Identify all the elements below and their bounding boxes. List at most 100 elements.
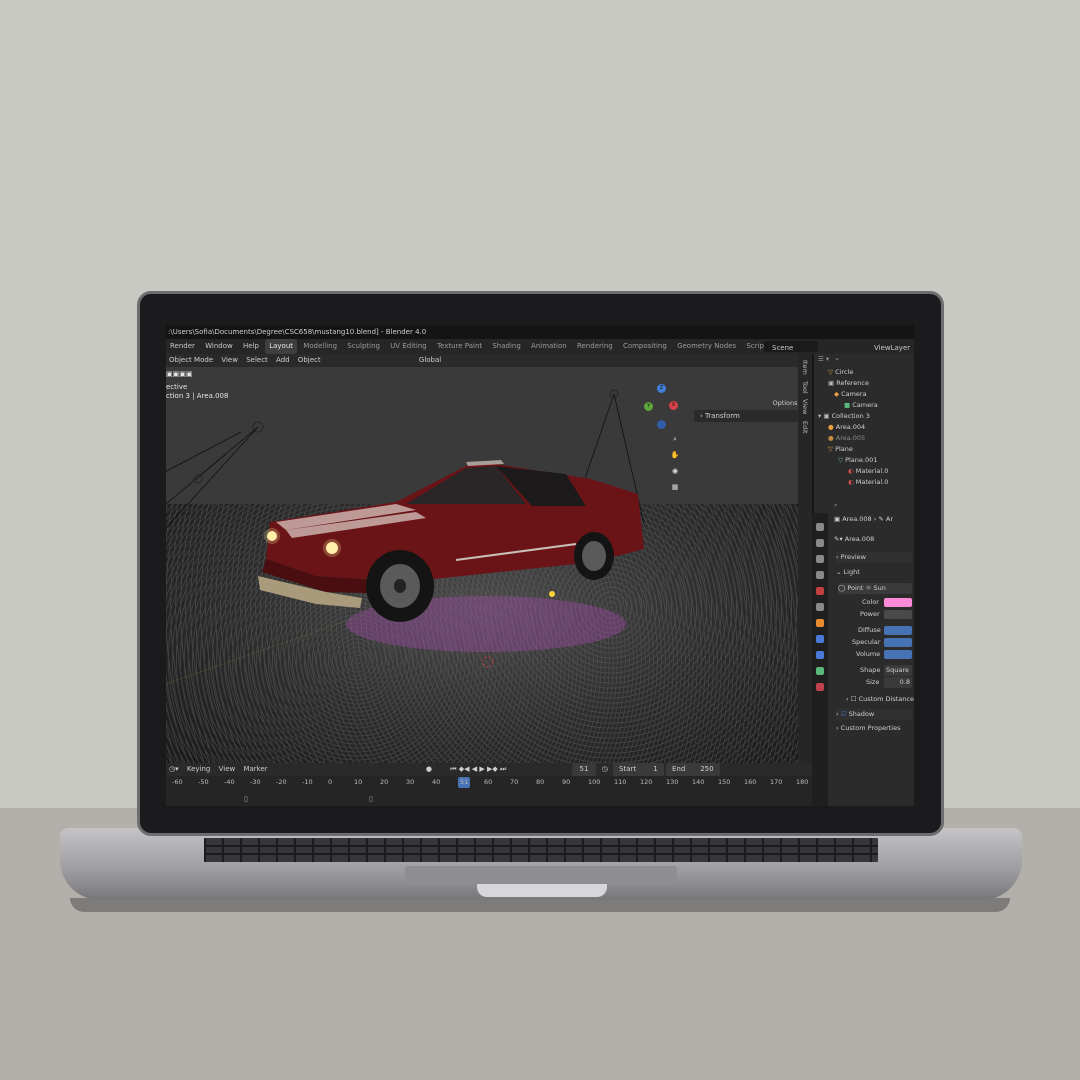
ruler-tick-label: 140	[692, 778, 705, 786]
record-icon[interactable]: ●	[423, 763, 435, 776]
start-label: Start	[619, 765, 637, 773]
shadow-label: Shadow	[848, 710, 875, 718]
view-layer-tab-icon[interactable]	[816, 571, 824, 579]
outliner-header[interactable]: ☰ ▾ ⌕	[818, 354, 839, 365]
power-field[interactable]	[884, 610, 912, 619]
sidebar-tab-tool[interactable]: Tool	[801, 381, 809, 394]
timeline-editor-type-icon[interactable]: ◷▾	[166, 763, 182, 776]
3d-viewport[interactable]: Object Mode View Select Add Object Globa…	[166, 354, 802, 763]
light-type-point[interactable]: Point	[847, 584, 863, 592]
tab-layout[interactable]: Layout	[265, 339, 297, 354]
outliner-label: Material.0	[855, 478, 889, 486]
current-frame-field[interactable]: 51	[571, 763, 597, 776]
viewport-menu-object[interactable]: Object	[295, 354, 324, 367]
light-type-selector[interactable]: ◯ Point ☼ Sun	[838, 583, 912, 594]
timeline-ruler[interactable]: -60 -50 -40 -30 -20 -10 0 10 20 30 40 51 60 70 80 90 100…	[166, 777, 812, 788]
light-color-swatch[interactable]	[884, 598, 912, 607]
x-axis-icon[interactable]: X	[669, 401, 678, 410]
outliner-row-material-b[interactable]: ◐ Material.0	[848, 477, 888, 488]
viewport-menu-select[interactable]: Select	[243, 354, 271, 367]
custom-properties-section[interactable]: › Custom Properties	[836, 723, 912, 734]
ruler-tick-label: 0	[328, 778, 333, 786]
timeline-menu-keying[interactable]: Keying	[184, 763, 214, 776]
timeline-editor[interactable]: ◷▾ Keying View Marker ● ⏮ ◆◀ ◀ ▶ ▶◆ ⏭ 51…	[166, 763, 812, 806]
menu-window[interactable]: Window	[201, 339, 237, 354]
viewport-menu-view[interactable]: View	[218, 354, 241, 367]
tab-modelling[interactable]: Modelling	[299, 339, 341, 354]
outliner-row-collection3[interactable]: ▾ ▣ Collection 3	[818, 411, 870, 422]
timeline-menu-marker[interactable]: Marker	[240, 763, 270, 776]
shadow-section[interactable]: › ☑ Shadow	[836, 709, 912, 720]
outliner-row-camera-data[interactable]: ■ Camera	[844, 400, 878, 411]
mode-selector[interactable]: Object Mode	[166, 354, 216, 367]
keyboard-row-gap	[204, 845, 878, 847]
pan-hand-icon[interactable]: ✋	[669, 449, 681, 461]
sidebar-tab-edit[interactable]: Edit	[801, 421, 809, 434]
grid-view-icon[interactable]: ▦	[669, 481, 681, 493]
texture-tab-icon[interactable]	[816, 683, 824, 691]
size-field[interactable]: 0.8	[884, 677, 912, 688]
volume-slider[interactable]	[884, 650, 912, 659]
timeline-menu-view[interactable]: View	[216, 763, 239, 776]
mode-icons[interactable]: ▣▣▣▣	[166, 370, 192, 378]
outliner-row-material-a[interactable]: ◐ Material.0	[848, 466, 888, 477]
tab-uv-editing[interactable]: UV Editing	[386, 339, 431, 354]
custom-distance-row[interactable]: › ☐ Custom Distance	[846, 694, 914, 705]
ruler-tick-label: 160	[744, 778, 757, 786]
zoom-icon[interactable]: ⌕	[669, 433, 681, 445]
tab-animation[interactable]: Animation	[527, 339, 571, 354]
preview-section[interactable]: › Preview	[836, 552, 912, 563]
view-layer-selector[interactable]: ViewLayer	[870, 341, 914, 352]
render-tab-icon[interactable]	[816, 539, 824, 547]
modifier-tab-icon[interactable]	[816, 635, 824, 643]
shape-dropdown[interactable]: Square	[884, 665, 912, 676]
camera-view-icon[interactable]: ◉	[669, 465, 681, 477]
object-tab-icon[interactable]	[816, 619, 824, 627]
properties-breadcrumb: ▣ Area.008 › ✎ Ar	[834, 515, 894, 523]
tab-rendering[interactable]: Rendering	[573, 339, 617, 354]
viewport-menu-add[interactable]: Add	[273, 354, 293, 367]
tab-texture-paint[interactable]: Texture Paint	[433, 339, 486, 354]
light-data-tab-icon[interactable]	[816, 667, 824, 675]
properties-search[interactable]: ⌕	[834, 500, 838, 511]
menu-help[interactable]: Help	[239, 339, 263, 354]
keyboard-keys	[204, 838, 878, 862]
outliner-row-camera[interactable]: ◆ Camera	[834, 389, 867, 400]
scene-selector[interactable]: Scene	[764, 341, 818, 352]
tab-geometry-nodes[interactable]: Geometry Nodes	[673, 339, 740, 354]
options-button[interactable]: Options	[770, 398, 800, 408]
clock-icon[interactable]: ◷	[599, 763, 611, 776]
transform-orientation[interactable]: Global	[416, 354, 444, 367]
outliner-row-area005[interactable]: ● Area.005	[828, 433, 865, 444]
sidebar-tab-view[interactable]: View	[801, 399, 809, 414]
end-frame-field[interactable]: End 250	[665, 763, 720, 776]
scene-tab-icon[interactable]	[816, 587, 824, 595]
outliner-row-plane[interactable]: ▽ Plane	[828, 444, 853, 455]
tab-shading[interactable]: Shading	[488, 339, 524, 354]
start-frame-field[interactable]: Start 1	[613, 763, 664, 776]
menu-render[interactable]: Render	[166, 339, 199, 354]
outliner-row-plane001[interactable]: ▽ Plane.001	[838, 455, 877, 466]
specular-slider[interactable]	[884, 638, 912, 647]
outliner-row-area004[interactable]: ● Area.004	[828, 422, 865, 433]
outliner-row-reference[interactable]: ▣ Reference	[828, 378, 869, 389]
diffuse-slider[interactable]	[884, 626, 912, 635]
transform-panel-header[interactable]: › Transform	[694, 410, 802, 422]
light-section[interactable]: ⌄ Light	[836, 567, 912, 578]
sidebar-tab-item[interactable]: Item	[801, 360, 809, 375]
world-tab-icon[interactable]	[816, 603, 824, 611]
outliner-row-circle[interactable]: ▽ Circle	[828, 367, 853, 378]
viewport-info-line2: ction 3 | Area.008	[166, 392, 229, 400]
y-axis-icon[interactable]: Y	[644, 402, 653, 411]
output-tab-icon[interactable]	[816, 555, 824, 563]
sidebar-tabs: Item Tool View Edit	[798, 354, 812, 763]
datablock-selector[interactable]: ✎▾ Area.008	[834, 534, 874, 545]
z-axis-icon[interactable]: Z	[657, 384, 666, 393]
tab-compositing[interactable]: Compositing	[619, 339, 671, 354]
neg-z-axis-icon[interactable]	[657, 420, 666, 429]
tab-sculpting[interactable]: Sculpting	[343, 339, 384, 354]
physics-tab-icon[interactable]	[816, 651, 824, 659]
light-type-sun[interactable]: Sun	[873, 584, 885, 592]
playback-controls[interactable]: ⏮ ◆◀ ◀ ▶ ▶◆ ⏭	[447, 763, 509, 776]
tool-tab-icon[interactable]	[816, 523, 824, 531]
